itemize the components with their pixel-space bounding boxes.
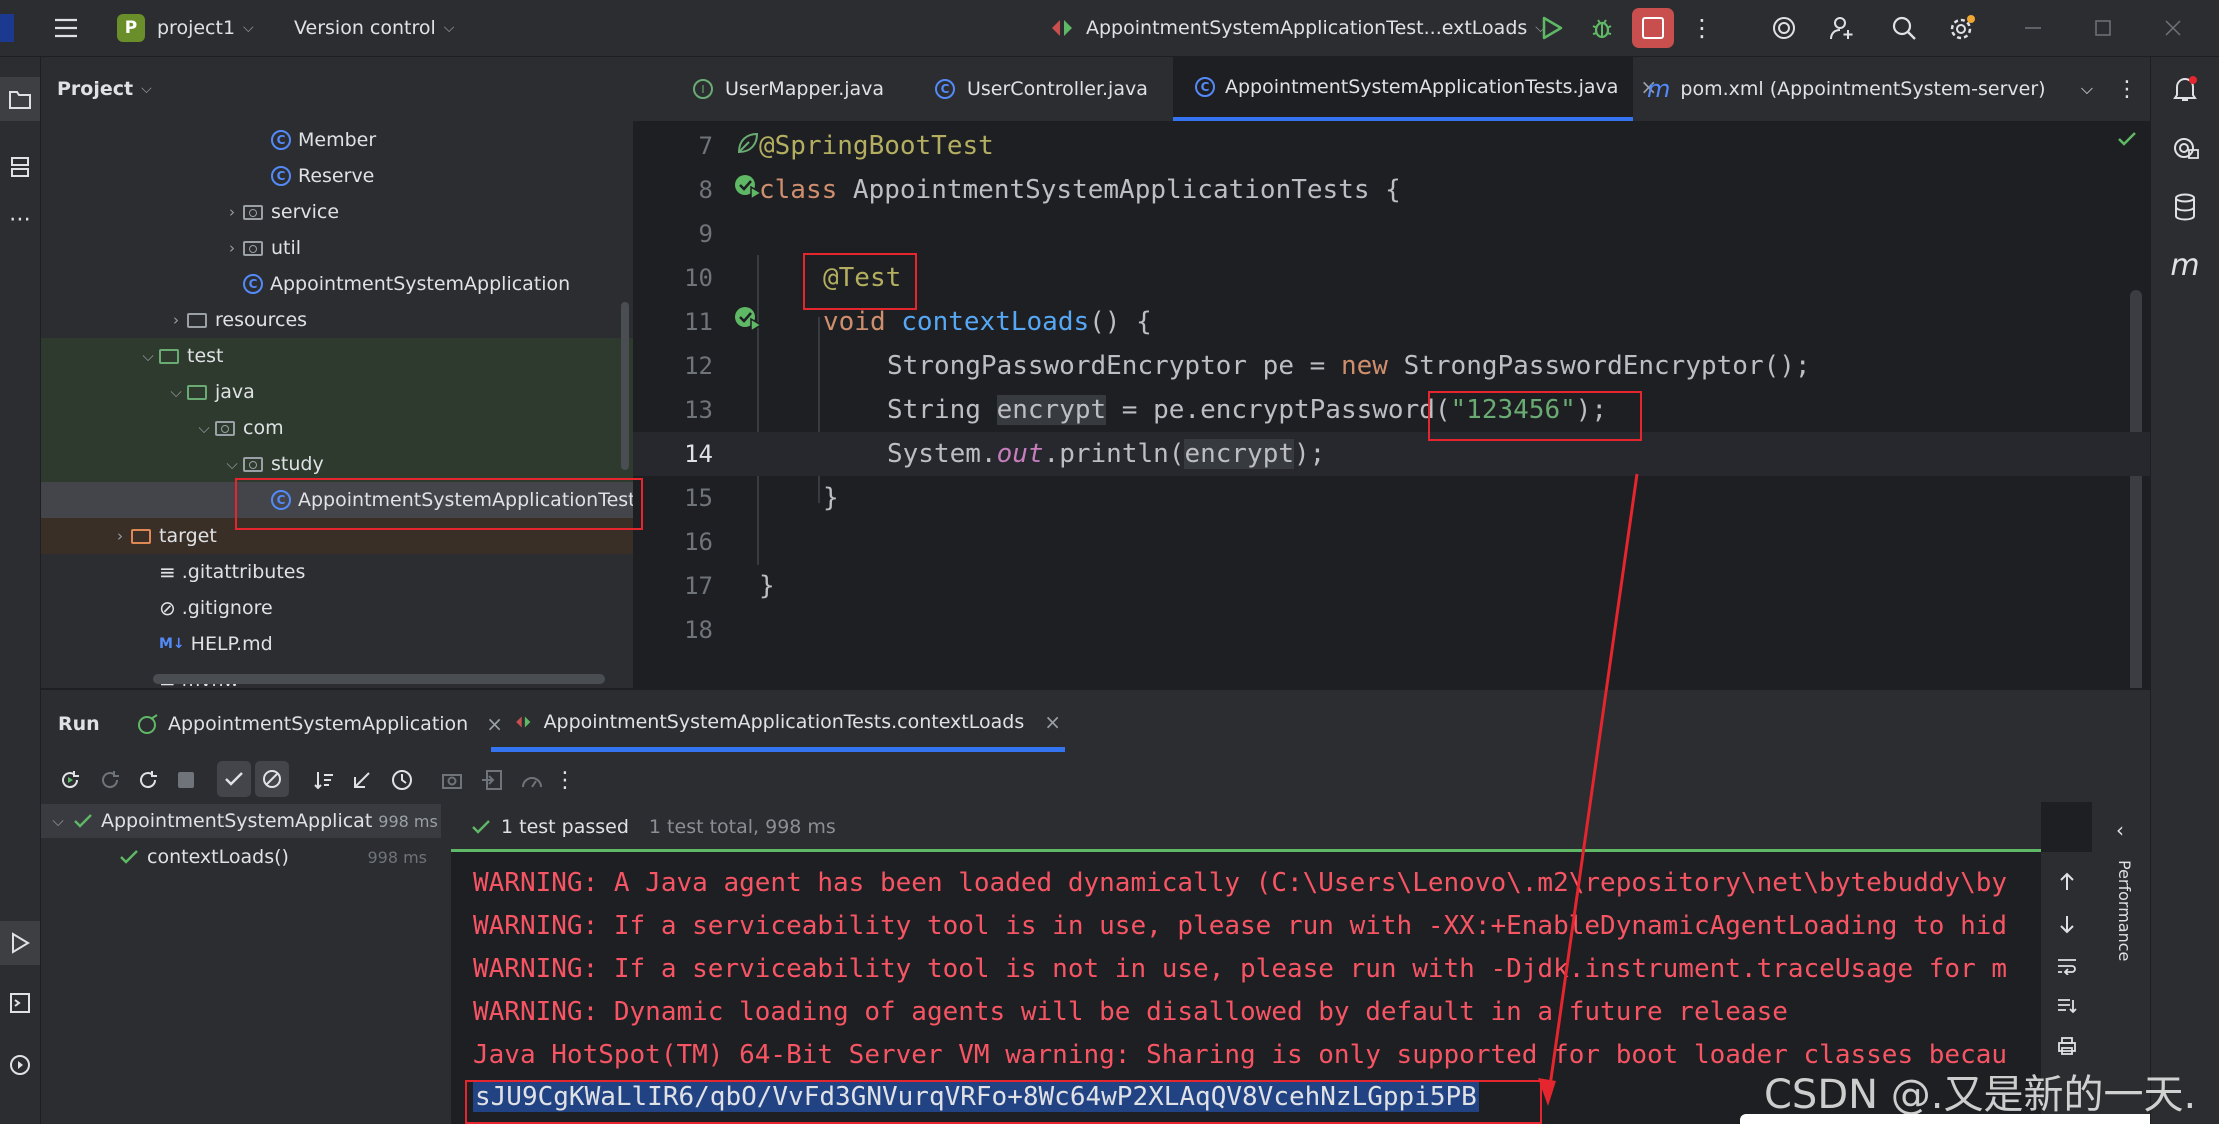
annotation-arrow	[1538, 473, 1639, 1106]
watermark: CSDN @.又是新的一天.	[1764, 1072, 2197, 1118]
